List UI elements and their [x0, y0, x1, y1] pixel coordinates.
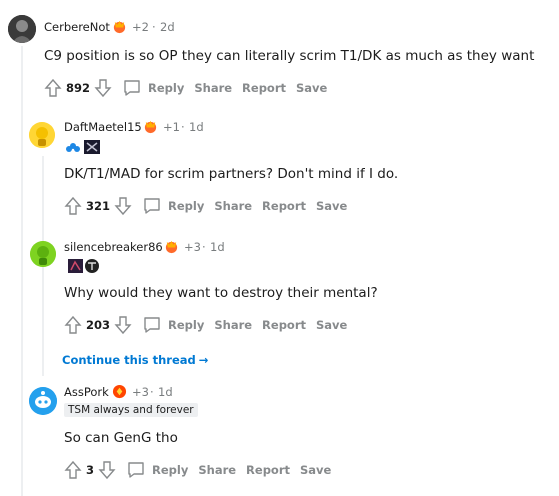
comment-icon	[128, 462, 144, 478]
continue-thread-label: Continue this thread	[62, 353, 196, 367]
comment-body: Why would they want to destroy their men…	[64, 285, 378, 301]
arrow-right-icon: →	[198, 353, 209, 367]
comment-icon	[124, 80, 140, 96]
thread-line-level1[interactable]	[21, 46, 23, 496]
downvote-icon[interactable]	[98, 460, 116, 480]
avatar[interactable]	[29, 122, 55, 148]
save-button[interactable]: Save	[316, 199, 347, 213]
award-icon[interactable]	[112, 19, 127, 34]
snoo-avatar-icon	[30, 241, 56, 267]
reply-button[interactable]: Reply	[122, 79, 184, 97]
comment-actions: 3 Reply Share Report Save	[64, 460, 331, 480]
team-logo-flair-icon	[66, 140, 100, 154]
user-flair: TSM always and forever	[64, 403, 198, 417]
share-button[interactable]: Share	[194, 81, 232, 95]
comment-age[interactable]: 2d	[160, 20, 175, 34]
comment-actions: 203 Reply Share Report Save	[64, 315, 347, 335]
downvote-icon[interactable]	[94, 78, 112, 98]
award-count: +3	[132, 385, 149, 399]
comment-icon	[144, 198, 160, 214]
snoo-avatar-icon	[29, 387, 57, 415]
avatar[interactable]	[30, 241, 56, 267]
upvote-icon[interactable]	[64, 460, 82, 480]
upvote-icon[interactable]	[64, 315, 82, 335]
comment-body: DK/T1/MAD for scrim partners? Don't mind…	[64, 166, 399, 182]
report-button[interactable]: Report	[246, 463, 290, 477]
reply-label: Reply	[168, 318, 205, 332]
separator: ·	[150, 385, 154, 399]
award-count: +3	[184, 240, 201, 254]
separator: ·	[202, 240, 206, 254]
continue-thread-link[interactable]: Continue this thread →	[62, 353, 208, 367]
report-button[interactable]: Report	[262, 199, 306, 213]
comment-body: C9 position is so OP they can literally …	[44, 48, 535, 64]
reply-button[interactable]: Reply	[142, 197, 204, 215]
downvote-icon[interactable]	[114, 196, 132, 216]
save-button[interactable]: Save	[316, 318, 347, 332]
vote-score: 321	[86, 199, 111, 213]
report-button[interactable]: Report	[242, 81, 286, 95]
separator: ·	[152, 20, 156, 34]
reply-button[interactable]: Reply	[126, 461, 188, 479]
report-button[interactable]: Report	[262, 318, 306, 332]
team-logo-flair-icon	[68, 259, 99, 273]
vote-score: 3	[86, 463, 95, 477]
save-button[interactable]: Save	[296, 81, 327, 95]
username[interactable]: CerbereNot	[44, 20, 110, 34]
comment-age[interactable]: 1d	[189, 120, 204, 134]
save-button[interactable]: Save	[300, 463, 331, 477]
reply-label: Reply	[168, 199, 205, 213]
award-count: +1	[163, 120, 180, 134]
avatar[interactable]	[8, 15, 36, 43]
avatar-image-icon	[8, 15, 36, 43]
upvote-icon[interactable]	[44, 78, 62, 98]
reply-label: Reply	[152, 463, 189, 477]
reply-button[interactable]: Reply	[142, 316, 204, 334]
comment-icon	[144, 317, 160, 333]
share-button[interactable]: Share	[198, 463, 236, 477]
comment-actions: 321 Reply Share Report Save	[64, 196, 347, 216]
award-icon[interactable]	[164, 239, 179, 254]
vote-score: 203	[86, 318, 111, 332]
avatar[interactable]	[29, 387, 57, 415]
username[interactable]: silencebreaker86	[64, 240, 163, 254]
thread-line-level3[interactable]	[42, 270, 44, 350]
username[interactable]: DaftMaetel15	[64, 120, 142, 134]
award-icon[interactable]	[112, 384, 127, 399]
comment-actions: 892 Reply Share Report Save	[44, 78, 327, 98]
comment-body: So can GenG tho	[64, 430, 178, 446]
share-button[interactable]: Share	[214, 199, 252, 213]
separator: ·	[181, 120, 185, 134]
comment-age[interactable]: 1d	[158, 385, 173, 399]
award-icon[interactable]	[143, 119, 158, 134]
downvote-icon[interactable]	[114, 315, 132, 335]
snoo-avatar-icon	[29, 122, 55, 148]
share-button[interactable]: Share	[214, 318, 252, 332]
username[interactable]: AssPork	[64, 385, 109, 399]
comment-age[interactable]: 1d	[210, 240, 225, 254]
award-count: +2	[132, 20, 149, 34]
vote-score: 892	[66, 81, 91, 95]
upvote-icon[interactable]	[64, 196, 82, 216]
reply-label: Reply	[148, 81, 185, 95]
